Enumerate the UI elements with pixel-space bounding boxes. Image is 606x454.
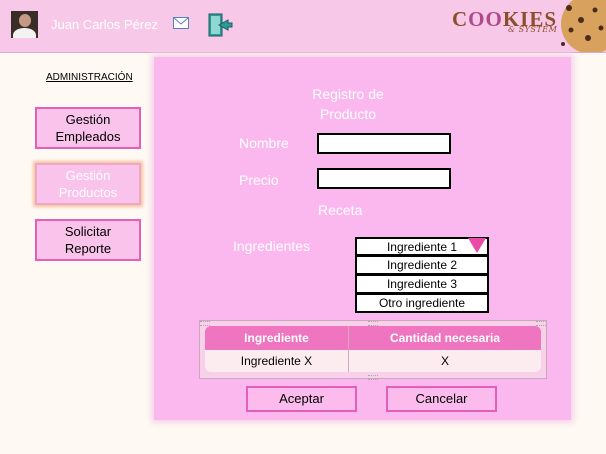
price-label: Precio <box>239 172 279 188</box>
sidebar-item-gestion-productos[interactable]: Gestión Productos <box>35 163 141 205</box>
accept-button[interactable]: Aceptar <box>246 386 357 412</box>
table-cell-ingrediente[interactable]: Ingrediente X <box>205 350 348 372</box>
name-label: Nombre <box>239 135 289 151</box>
name-input[interactable] <box>317 133 451 154</box>
cookies-logo: COOKIES & SYSTEM <box>452 9 557 35</box>
ingredient-option[interactable]: Ingrediente 3 <box>355 275 489 294</box>
avatar-shoulders <box>13 28 36 38</box>
ingredient-option[interactable]: Otro ingrediente <box>355 294 489 313</box>
logo-subtitle: & SYSTEM <box>508 25 558 34</box>
cancel-button[interactable]: Cancelar <box>386 386 497 412</box>
top-bar: Juan Carlos Pérez COOKIES & SYSTEM <box>0 0 606 53</box>
sidebar-item-gestion-empleados[interactable]: Gestión Empleados <box>35 107 141 149</box>
ingredient-option-label: Otro ingrediente <box>378 296 466 310</box>
page-title: Registro de Producto <box>312 86 384 122</box>
mail-icon[interactable] <box>173 17 189 29</box>
ingredients-table: Ingrediente Cantidad necesaria Ingredien… <box>205 326 541 372</box>
ingredient-option-label: Ingrediente 3 <box>386 277 458 291</box>
sidebar-section-title: ADMINISTRACIÓN <box>46 72 133 83</box>
price-input[interactable] <box>317 168 451 189</box>
ingredients-label: Ingredientes <box>233 238 311 254</box>
table-cell-cantidad[interactable]: X <box>349 350 541 372</box>
recipe-label: Receta <box>318 202 363 218</box>
cookie-image <box>561 0 606 52</box>
sidebar-item-solicitar-reporte[interactable]: Solicitar Reporte <box>35 219 141 261</box>
ingredient-option[interactable]: Ingrediente 2 <box>355 256 489 275</box>
avatar-head <box>19 14 31 27</box>
exit-door-icon[interactable] <box>207 12 233 38</box>
dropdown-arrow-icon[interactable] <box>468 238 486 253</box>
avatar[interactable] <box>11 11 38 38</box>
sidebar-item-label: Gestión Empleados <box>55 112 121 144</box>
sidebar-item-label: Solicitar Reporte <box>64 224 112 256</box>
table-header-cantidad[interactable]: Cantidad necesaria <box>349 326 541 350</box>
table-header-ingrediente[interactable]: Ingrediente <box>205 326 348 350</box>
sidebar-item-label: Gestión Productos <box>58 168 118 200</box>
resize-handle-bottom[interactable] <box>368 375 378 380</box>
ingredients-dropdown[interactable]: Ingrediente 1 Ingrediente 2 Ingrediente … <box>355 237 489 313</box>
ingredients-table-container: Ingrediente Cantidad necesaria Ingredien… <box>199 320 547 380</box>
ingredient-option-label: Ingrediente 2 <box>386 258 458 272</box>
user-name: Juan Carlos Pérez <box>51 17 158 32</box>
ingredient-option[interactable]: Ingrediente 1 <box>355 237 489 256</box>
ingredient-option-label: Ingrediente 1 <box>386 240 458 254</box>
